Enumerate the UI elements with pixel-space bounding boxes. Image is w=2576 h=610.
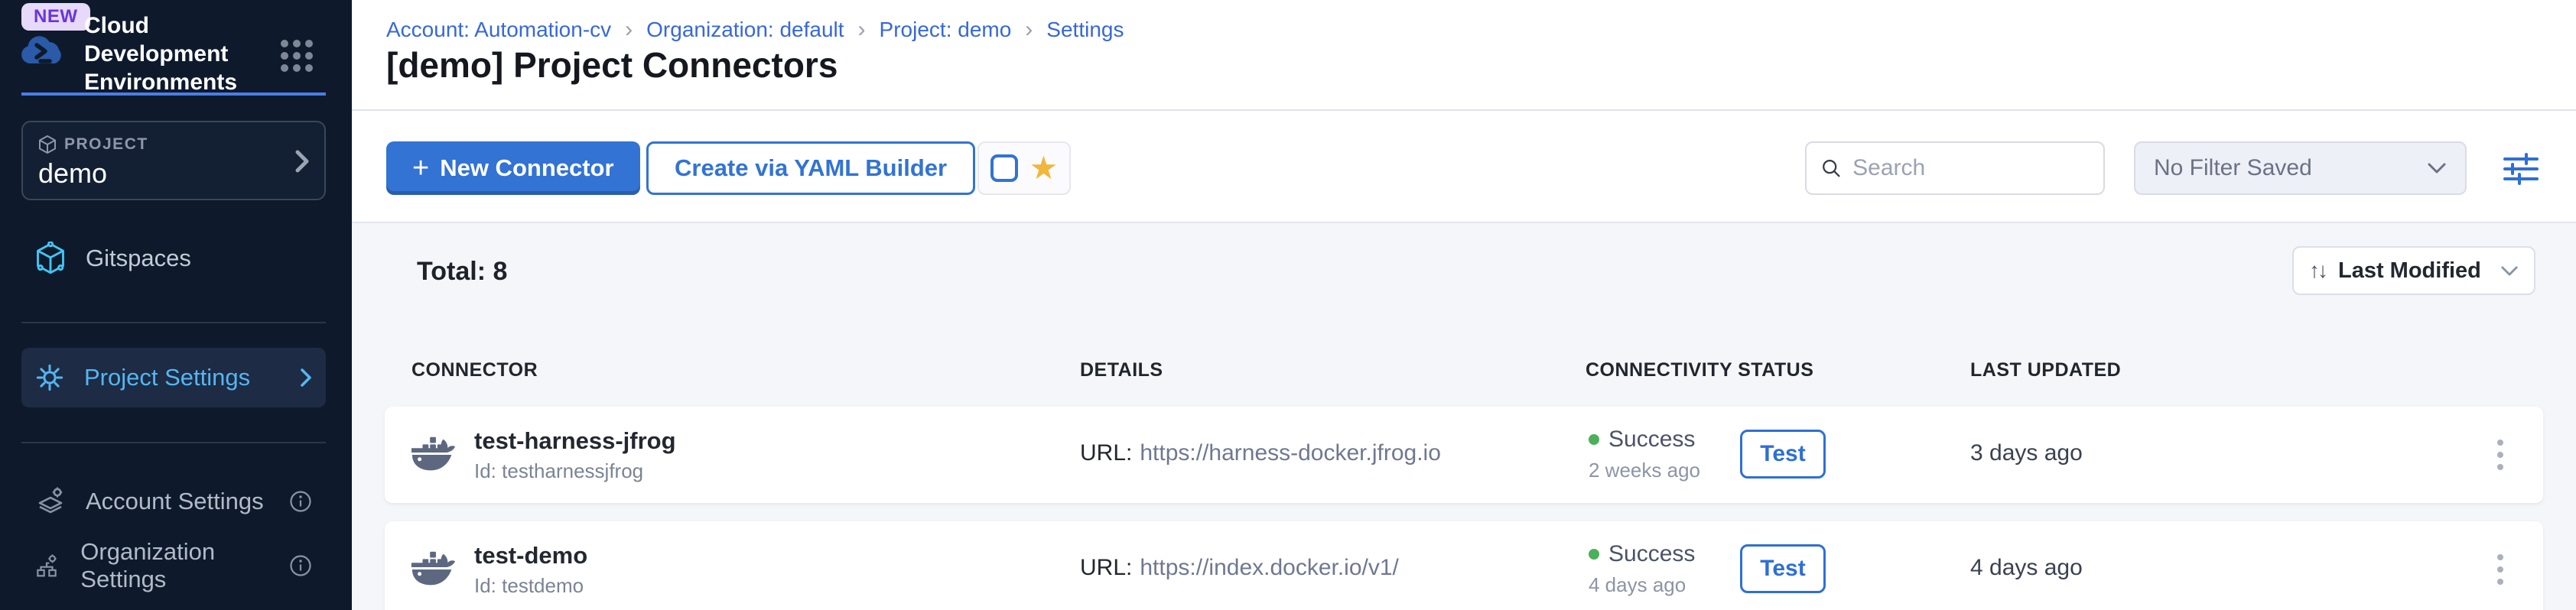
sidebar-item-label: Organization Settings xyxy=(80,538,269,593)
chevron-down-icon xyxy=(2427,162,2447,174)
test-connection-button[interactable]: Test xyxy=(1740,544,1826,593)
sidebar-item-label: Gitspaces xyxy=(86,245,191,272)
status-time: 2 weeks ago xyxy=(1589,459,1700,482)
connector-name: test-demo xyxy=(474,542,587,569)
breadcrumb-separator-icon: › xyxy=(625,17,633,43)
status-success-dot xyxy=(1589,549,1599,560)
gear-icon xyxy=(35,363,64,392)
status-time: 4 days ago xyxy=(1589,573,1695,597)
connector-name: test-harness-jfrog xyxy=(474,427,676,455)
breadcrumb-separator-icon: › xyxy=(858,17,866,43)
test-connection-button[interactable]: Test xyxy=(1740,430,1826,479)
connector-row[interactable]: test-demo Id: testdemo URL: https://index… xyxy=(385,521,2543,610)
connector-row[interactable]: test-harness-jfrog Id: testharnessjfrog … xyxy=(385,407,2543,503)
favorites-checkbox[interactable] xyxy=(990,154,1018,182)
connector-list-area: Total: 8 ↑↓ Last Modified CONNECTOR DETA… xyxy=(352,222,2576,610)
status-text: Success xyxy=(1608,427,1695,453)
star-icon[interactable]: ★ xyxy=(1029,152,1059,184)
saved-filter-value: No Filter Saved xyxy=(2154,155,2312,181)
info-icon[interactable] xyxy=(289,554,312,577)
connector-id: Id: testharnessjfrog xyxy=(474,459,643,483)
search-icon xyxy=(1820,156,1842,180)
chevron-right-icon xyxy=(300,368,312,388)
sidebar-divider xyxy=(21,442,326,443)
new-connector-button[interactable]: + New Connector xyxy=(386,141,640,195)
chevron-right-icon xyxy=(294,148,311,174)
breadcrumb-project-link[interactable]: Project: demo xyxy=(880,18,1012,42)
breadcrumb-settings-link[interactable]: Settings xyxy=(1046,18,1124,42)
filter-sliders-icon[interactable] xyxy=(2503,151,2539,187)
project-selector-value: demo xyxy=(38,157,107,190)
row-menu-button[interactable] xyxy=(2483,431,2517,479)
column-header-details: DETAILS xyxy=(1080,359,1163,381)
connector-id: Id: testdemo xyxy=(474,574,584,598)
main-panel: Account: Automation-cv › Organization: d… xyxy=(352,0,2576,610)
create-via-yaml-builder-button[interactable]: Create via YAML Builder xyxy=(646,141,975,195)
sidebar-item-label: Project Settings xyxy=(84,364,250,391)
project-selector[interactable]: PROJECT demo xyxy=(21,121,326,200)
app-title: Cloud Development Environments xyxy=(84,12,280,97)
docker-icon xyxy=(410,547,459,590)
sidebar-item-account-settings[interactable]: Account Settings xyxy=(21,480,326,523)
sort-dropdown[interactable]: ↑↓ Last Modified xyxy=(2292,246,2535,295)
page-title: [demo] Project Connectors xyxy=(386,44,838,86)
sidebar-item-gitspaces[interactable]: Gitspaces xyxy=(21,237,326,280)
sort-arrows-icon: ↑↓ xyxy=(2309,258,2326,283)
column-header-last-updated: LAST UPDATED xyxy=(1970,359,2121,381)
sidebar-divider xyxy=(21,322,326,323)
layers-gear-icon xyxy=(35,486,66,517)
url-label: URL: xyxy=(1080,440,1132,466)
saved-filter-dropdown[interactable]: No Filter Saved xyxy=(2134,141,2467,195)
info-icon[interactable] xyxy=(289,490,312,513)
column-header-connector: CONNECTOR xyxy=(411,359,538,381)
last-updated: 3 days ago xyxy=(1970,440,2083,466)
breadcrumb-separator-icon: › xyxy=(1025,17,1033,43)
sort-value: Last Modified xyxy=(2338,258,2481,284)
row-menu-button[interactable] xyxy=(2483,546,2517,593)
search-box xyxy=(1805,141,2105,195)
sidebar-accent-rule xyxy=(21,92,326,96)
cloud-dev-environments-logo-icon xyxy=(20,32,69,73)
total-count: Total: 8 xyxy=(417,257,507,287)
breadcrumb-account-link[interactable]: Account: Automation-cv xyxy=(386,18,611,42)
status-text: Success xyxy=(1608,541,1695,567)
favorites-filter-group: ★ xyxy=(977,141,1071,195)
url-label: URL: xyxy=(1080,555,1132,580)
project-selector-label: PROJECT xyxy=(64,135,148,154)
chevron-down-icon xyxy=(2500,265,2519,277)
url-value: https://index.docker.io/v1/ xyxy=(1140,555,1399,580)
org-chart-gear-icon xyxy=(35,550,60,581)
sidebar-item-organization-settings[interactable]: Organization Settings xyxy=(21,544,326,587)
last-updated: 4 days ago xyxy=(1970,555,2083,581)
column-header-connectivity-status: CONNECTIVITY STATUS xyxy=(1586,359,1813,381)
gitspaces-cube-icon xyxy=(35,242,66,275)
app-switcher-grid-icon[interactable] xyxy=(281,40,313,72)
breadcrumb: Account: Automation-cv › Organization: d… xyxy=(386,17,1124,43)
sidebar-item-label: Account Settings xyxy=(86,488,264,515)
plus-icon: + xyxy=(412,152,429,185)
sidebar: NEW Cloud Development Environments PROJE… xyxy=(0,0,352,610)
new-badge: NEW xyxy=(21,3,90,31)
breadcrumb-organization-link[interactable]: Organization: default xyxy=(646,18,844,42)
header-divider xyxy=(352,109,2576,111)
connectivity-status: Success 2 weeks ago xyxy=(1589,427,1700,482)
cube-icon xyxy=(38,135,57,154)
docker-icon xyxy=(410,433,459,475)
connectivity-status: Success 4 days ago xyxy=(1589,541,1695,597)
search-input[interactable] xyxy=(1852,155,2090,181)
sidebar-item-project-settings[interactable]: Project Settings xyxy=(21,348,326,407)
status-success-dot xyxy=(1589,434,1599,445)
url-value: https://harness-docker.jfrog.io xyxy=(1140,440,1441,466)
